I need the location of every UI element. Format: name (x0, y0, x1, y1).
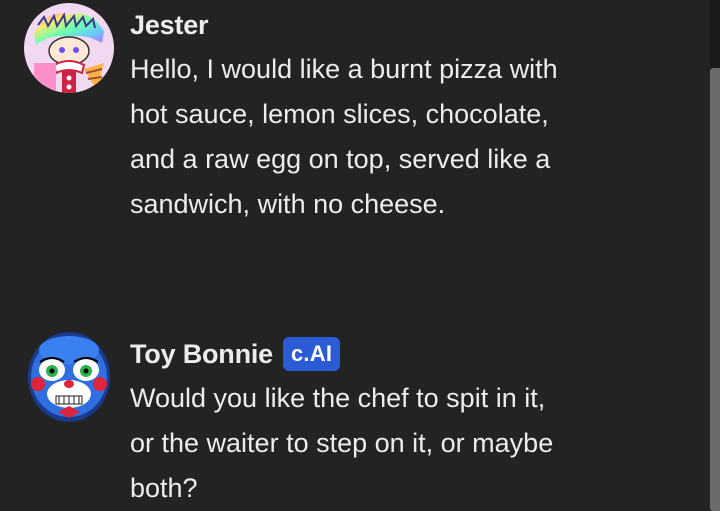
author-name[interactable]: Toy Bonnie (130, 337, 273, 371)
author-name[interactable]: Jester (130, 8, 209, 42)
chat-view: Jester Hello, I would like a burnt pizza… (0, 0, 720, 511)
message-text: Hello, I would like a burnt pizza with h… (130, 54, 558, 219)
scrollbar-thumb[interactable] (710, 68, 720, 511)
scrollbar-track[interactable] (710, 0, 720, 511)
jester-avatar[interactable] (24, 3, 114, 93)
toy-bonnie-avatar[interactable] (28, 332, 110, 422)
message-text: Would you like the chef to spit in it, o… (130, 383, 554, 503)
ai-badge: c.AI (283, 337, 341, 371)
message-header: Jester (130, 8, 209, 42)
message-header: Toy Bonnie c.AI (130, 337, 341, 371)
